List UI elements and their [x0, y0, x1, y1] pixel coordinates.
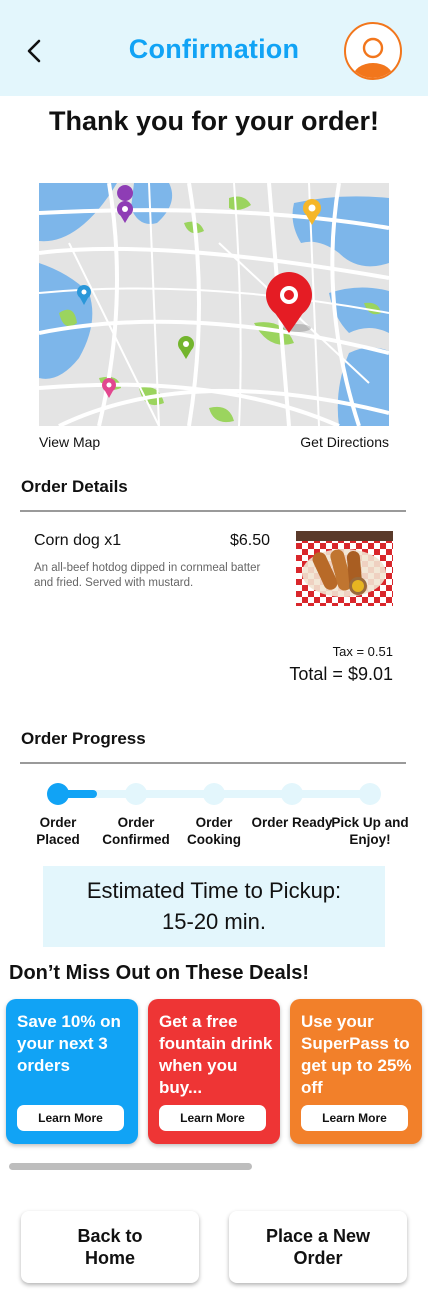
deal-card[interactable]: Use your SuperPass to get up to 25% off L… [290, 999, 422, 1144]
corn-dog-image [296, 531, 393, 606]
thank-you-heading: Thank you for your order! [48, 106, 380, 136]
deal-card[interactable]: Save 10% on your next 3 orders Learn More [6, 999, 138, 1144]
user-avatar-icon [353, 37, 393, 78]
profile-button[interactable] [344, 22, 402, 80]
get-directions-link[interactable]: Get Directions [300, 434, 389, 450]
learn-more-button[interactable]: Learn More [17, 1105, 124, 1131]
app-header: Confirmation [0, 0, 428, 96]
progress-step-dot [125, 783, 147, 805]
deal-text: Use your SuperPass to get up to 25% off [301, 1012, 412, 1097]
progress-step-label: Order Confirmed [102, 815, 170, 847]
progress-step-label: Pick Up and Enjoy! [331, 815, 409, 847]
place-new-order-button[interactable]: Place a New Order [229, 1211, 407, 1283]
tax-amount: Tax = 0.51 [332, 644, 393, 659]
divider [20, 762, 406, 764]
progress-step-label: Order Cooking [187, 815, 241, 847]
map-view[interactable] [39, 183, 389, 426]
back-to-home-label: Back to Home [77, 1226, 143, 1268]
deals-title: Don’t Miss Out on These Deals! [9, 962, 310, 984]
order-details-title: Order Details [21, 477, 128, 496]
progress-step-dot [359, 783, 381, 805]
estimated-time-box: Estimated Time to Pickup: 15-20 min. [43, 866, 385, 947]
progress-step-label: Order Ready [251, 815, 333, 830]
total-amount: Total = $9.01 [289, 664, 393, 684]
back-to-home-button[interactable]: Back to Home [21, 1211, 199, 1283]
deal-text: Save 10% on your next 3 orders [17, 1012, 121, 1075]
learn-more-button[interactable]: Learn More [159, 1105, 266, 1131]
view-map-link[interactable]: View Map [39, 434, 100, 450]
item-description: An all-beef hotdog dipped in cornmeal ba… [34, 562, 261, 589]
learn-more-button[interactable]: Learn More [301, 1105, 408, 1131]
deals-scrollbar[interactable] [9, 1163, 252, 1170]
map-image [39, 183, 389, 426]
order-progress-title: Order Progress [21, 729, 146, 748]
deal-text: Get a free fountain drink when you buy..… [159, 1012, 273, 1097]
progress-step-dot [47, 783, 69, 805]
item-price: $6.50 [230, 532, 271, 549]
item-name: Corn dog x1 [34, 532, 122, 549]
eta-value: 15-20 min. [162, 909, 266, 934]
progress-step-label: Order Placed [36, 815, 80, 847]
progress-step-dot [281, 783, 303, 805]
deal-card[interactable]: Get a free fountain drink when you buy..… [148, 999, 280, 1144]
eta-label: Estimated Time to Pickup: [86, 878, 342, 903]
place-new-order-label: Place a New Order [265, 1226, 371, 1268]
progress-step-dot [203, 783, 225, 805]
divider [20, 510, 406, 512]
